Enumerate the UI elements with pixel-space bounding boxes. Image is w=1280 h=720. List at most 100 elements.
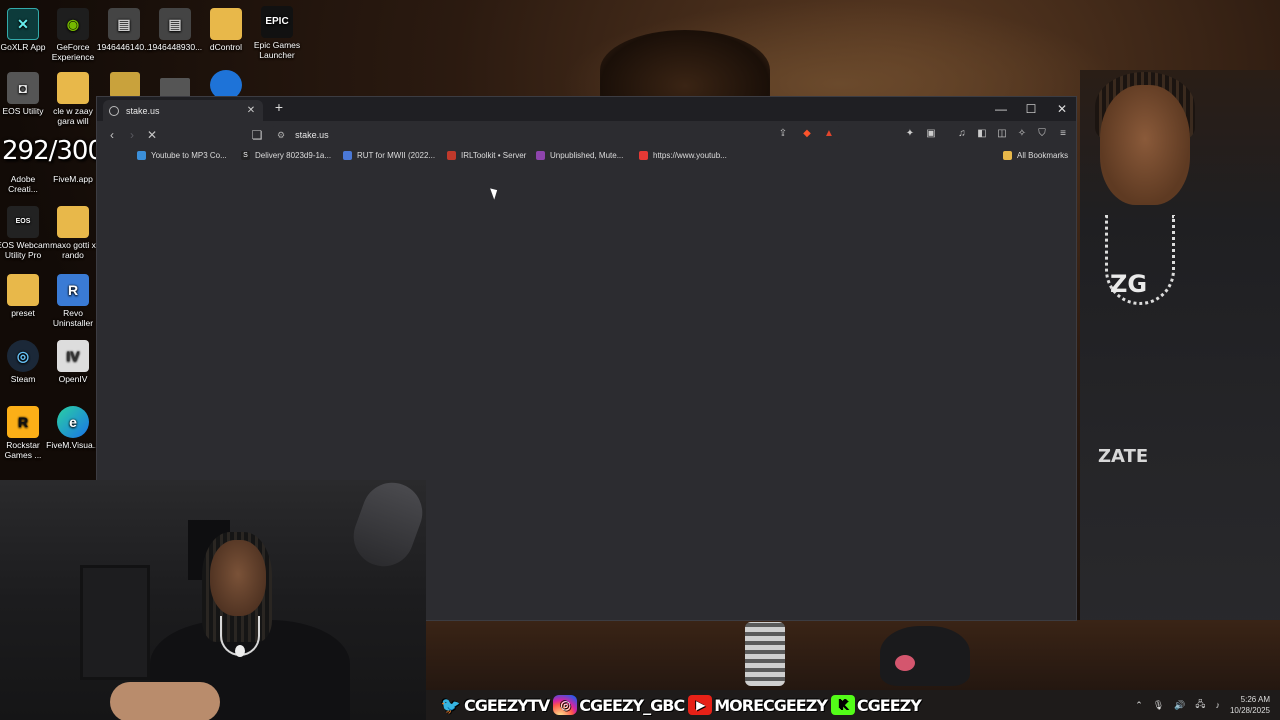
- desktop-icon-eos-utility[interactable]: ◘ EOS Utility: [0, 72, 51, 116]
- bookmark-item[interactable]: IRLToolkit • Server: [447, 151, 526, 160]
- desktop-icon-video-2[interactable]: ▤ 1946448930...: [147, 8, 203, 52]
- desktop-icon-video-1[interactable]: ▤ 1946446140...: [96, 8, 152, 52]
- desktop-icon-label: 1946448930...: [147, 42, 203, 52]
- wallpaper-car-spring: [745, 622, 785, 686]
- address-url: stake.us: [295, 130, 329, 140]
- desktop-icon-label: GoXLR App: [0, 42, 46, 52]
- brave-rewards-icon[interactable]: ▲: [821, 126, 837, 142]
- desktop-icon-label: maxo gotti x rando: [50, 240, 96, 260]
- desktop-icon-label: Epic Games Launcher: [253, 40, 301, 60]
- desktop-icon-label: 1946446140...: [96, 42, 152, 52]
- webcam-shelf: [80, 565, 150, 680]
- desktop-icon-label: Revo Uninstaller: [52, 308, 94, 328]
- edge-icon: e: [57, 406, 89, 438]
- taskbar: 🐦 CGEEZYTV ◎ CGEEZY_GBC ▶ MORECGEEZY K C…: [426, 690, 1280, 720]
- tab-stake[interactable]: stake.us ✕: [103, 100, 263, 121]
- bookmark-item[interactable]: Unpublished, Mute...: [536, 151, 623, 160]
- site-info-icon[interactable]: ⚙: [277, 130, 285, 141]
- epic-games-icon: EPIC: [261, 6, 293, 38]
- folder-icon[interactable]: [110, 72, 140, 98]
- goal-counter: 292/300: [2, 136, 104, 166]
- browser-titlebar: stake.us ✕ + — ☐ ✕: [97, 97, 1076, 121]
- folder-icon: [57, 72, 89, 104]
- social-handles: 🐦 CGEEZYTV ◎ CGEEZY_GBC ▶ MORECGEEZY K C…: [426, 695, 922, 715]
- desktop-icon-goxlr[interactable]: ✕ GoXLR App: [0, 8, 51, 52]
- clock-date: 10/28/2025: [1229, 706, 1270, 715]
- desktop-icon-label: Rockstar Games ...: [4, 440, 42, 460]
- speaker-icon[interactable]: ♪: [1215, 700, 1220, 710]
- twitter-icon: 🐦: [440, 695, 461, 715]
- eos-webcam-icon: EOS: [7, 206, 39, 238]
- desktop-icon-label: Steam: [10, 374, 36, 384]
- close-window-button[interactable]: ✕: [1047, 99, 1077, 119]
- social-twitter: 🐦 CGEEZYTV: [438, 695, 551, 715]
- maximize-button[interactable]: ☐: [1016, 99, 1046, 119]
- bookmark-favicon-icon: [447, 151, 456, 160]
- bookmark-item[interactable]: S Delivery 8023d9-1a...: [241, 151, 331, 160]
- minimize-button[interactable]: —: [986, 99, 1016, 119]
- bookmark-favicon-icon: S: [241, 151, 250, 160]
- wallet-icon[interactable]: ◫: [994, 126, 1010, 142]
- bookmark-button[interactable]: ❏: [248, 126, 266, 144]
- desktop-icon-revo[interactable]: R Revo Uninstaller: [45, 274, 101, 328]
- desktop-icon-geforce[interactable]: ◉ GeForce Experience: [45, 8, 101, 62]
- desktop-icon-dcontrol[interactable]: dControl: [198, 8, 254, 52]
- video-file-icon[interactable]: [160, 78, 190, 98]
- wallpaper-jacket-logo: ZATE: [1098, 446, 1149, 467]
- new-tab-button[interactable]: +: [271, 99, 287, 115]
- all-bookmarks-button[interactable]: All Bookmarks: [1003, 151, 1068, 160]
- desktop-icon-label: EOS Webcam Utility Pro: [0, 240, 50, 260]
- bookmark-label: IRLToolkit • Server: [461, 151, 527, 160]
- desktop-icon-fivem-visual[interactable]: e FiveM.Visua...: [45, 406, 101, 450]
- bookmark-favicon-icon: [137, 151, 146, 160]
- video-file-icon: ▤: [159, 8, 191, 40]
- volume-icon[interactable]: 🔊: [1174, 700, 1185, 711]
- desktop-icon-openiv[interactable]: IV OpenIV: [45, 340, 101, 384]
- bookmark-label: Delivery 8023d9-1a...: [255, 151, 332, 160]
- media-icon[interactable]: ♫: [954, 126, 970, 142]
- desktop-icon-preset[interactable]: preset: [0, 274, 51, 318]
- wallpaper-face: [1100, 85, 1190, 205]
- desktop-icon-folder-cle[interactable]: cle w zaay gara will: [45, 72, 101, 126]
- social-handle: MORECGEEZY: [714, 695, 828, 715]
- extensions-icon[interactable]: ✦: [902, 126, 918, 142]
- desktop-icon-label: dControl: [209, 42, 243, 52]
- taskbar-clock[interactable]: 5:26 AM 10/28/2025: [1230, 694, 1270, 716]
- desktop-icon-eos-webcam[interactable]: EOS EOS Webcam Utility Pro: [0, 206, 51, 260]
- bookmark-item[interactable]: Youtube to MP3 Co...: [137, 151, 227, 160]
- tab-title: stake.us: [126, 105, 160, 116]
- video-file-icon: ▤: [108, 8, 140, 40]
- desktop-icon-label: preset: [11, 308, 35, 318]
- menu-icon[interactable]: ≡: [1055, 126, 1071, 142]
- clock-time: 5:26 AM: [1240, 695, 1270, 704]
- desktop-icon-folder-maxo[interactable]: maxo gotti x rando: [45, 206, 101, 260]
- bookmark-label: Unpublished, Mute...: [550, 151, 624, 160]
- address-bar[interactable]: ⚙ stake.us: [269, 125, 843, 145]
- show-hidden-icons-button[interactable]: ⌃: [1135, 700, 1143, 711]
- desktop-icon-label: cle w zaay gara will: [53, 106, 93, 126]
- leo-ai-icon[interactable]: ✧: [1014, 126, 1030, 142]
- microphone-icon[interactable]: 🎙: [1153, 700, 1164, 711]
- brave-shields-icon[interactable]: ◆: [799, 126, 815, 142]
- bookmark-label: RUT for MWII (2022...: [357, 151, 436, 160]
- webcam-pendant: [235, 645, 245, 657]
- network-icon[interactable]: 🖧: [1195, 697, 1205, 713]
- bookmark-item[interactable]: https://www.youtub...: [639, 151, 727, 160]
- close-tab-icon[interactable]: ✕: [245, 105, 257, 116]
- desktop-icon-rockstar[interactable]: R Rockstar Games ...: [0, 406, 51, 460]
- forward-button[interactable]: ›: [123, 126, 141, 144]
- bookmark-favicon-icon: [639, 151, 648, 160]
- share-icon[interactable]: ⇪: [775, 126, 791, 142]
- vpn-icon[interactable]: ⛉: [1034, 126, 1050, 142]
- back-button[interactable]: ‹: [103, 126, 121, 144]
- sidebar-icon[interactable]: ◧: [974, 126, 990, 142]
- instagram-icon: ◎: [553, 695, 578, 715]
- stop-loading-button[interactable]: ✕: [143, 126, 161, 144]
- desktop-icon-steam[interactable]: ◎ Steam: [0, 340, 51, 384]
- bookmark-item[interactable]: RUT for MWII (2022...: [343, 151, 435, 160]
- desktop-icon-epic-games[interactable]: EPIC Epic Games Launcher: [249, 6, 305, 60]
- revo-icon: R: [57, 274, 89, 306]
- system-tray: ⌃ 🎙 🔊 🖧 ♪ 5:26 AM 10/28/2025: [1135, 690, 1270, 720]
- wallpaper-dog-tongue: [895, 655, 915, 671]
- reader-icon[interactable]: ▣: [923, 126, 939, 142]
